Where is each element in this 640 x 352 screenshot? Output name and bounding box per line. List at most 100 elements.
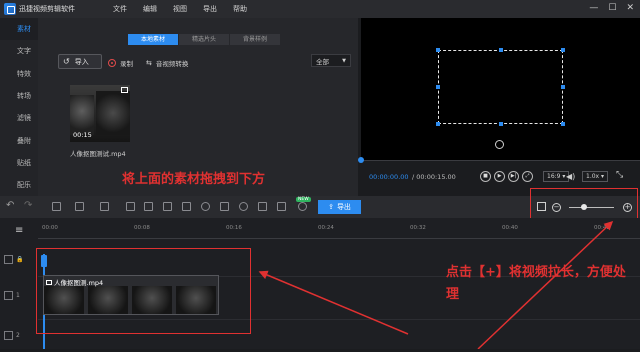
menu-export[interactable]: 导出 (195, 4, 225, 14)
mosaic-icon[interactable] (144, 202, 153, 211)
resize-handle[interactable] (499, 48, 503, 52)
aspect-ratio-value: 16:9 (547, 173, 561, 180)
menu-edit[interactable]: 编辑 (135, 4, 165, 14)
media-tabs: 本地素材 精选片头 背景样例 (128, 34, 281, 45)
resize-handle[interactable] (561, 122, 565, 126)
ruler-label: 00:40 (502, 225, 518, 231)
import-button[interactable]: ↺ 导入 (58, 54, 102, 69)
split-icon[interactable] (100, 202, 109, 211)
picture-icon[interactable] (258, 202, 267, 211)
tab-intros[interactable]: 精选片头 (179, 34, 229, 45)
redo-icon[interactable]: ↷ (24, 200, 32, 211)
sidebar-item-transitions[interactable]: 转场 (0, 85, 38, 107)
resize-handle[interactable] (436, 85, 440, 89)
preview-canvas (361, 18, 640, 160)
filter-select[interactable]: 全部 ▼ (311, 54, 351, 67)
edit-icon[interactable] (75, 202, 84, 211)
zoom-slider-knob[interactable] (581, 204, 587, 210)
zoom-slider[interactable] (569, 207, 614, 208)
fullscreen-icon[interactable]: ⤢ (522, 171, 533, 182)
preview-progress-track[interactable] (358, 157, 640, 163)
sidebar-item-text[interactable]: 文字 (0, 40, 38, 62)
maximize-icon[interactable]: ☐ (608, 3, 616, 13)
next-frame-icon[interactable]: ▶| (508, 171, 519, 182)
title-bar: 迅捷视频剪辑软件 文件 编辑 视图 导出 帮助 — ☐ ✕ (0, 0, 640, 18)
expand-icon[interactable]: ⤡ (616, 170, 623, 180)
volume-icon[interactable]: ◀) (566, 172, 575, 181)
thumb-frame (70, 95, 94, 135)
grid-icon[interactable] (537, 202, 546, 211)
preview-progress-knob[interactable] (358, 157, 364, 163)
zoom-in-icon[interactable]: + (623, 203, 632, 212)
play-icon[interactable]: ▶ (494, 171, 505, 182)
sidebar: 素材 文字 特效 转场 滤镜 叠附 贴纸 配乐 (0, 18, 38, 196)
resize-handle[interactable] (436, 48, 440, 52)
menu-bar: 文件 编辑 视图 导出 帮助 (105, 4, 255, 14)
audio-icon[interactable] (182, 202, 191, 211)
delete-icon[interactable] (52, 202, 61, 211)
convert-button[interactable]: ⇆ 音视频转换 (146, 58, 188, 68)
sidebar-item-effects[interactable]: 特效 (0, 63, 38, 85)
stop-icon[interactable]: ■ (480, 171, 491, 182)
video-type-icon (121, 87, 128, 93)
ruler-label: 00:16 (226, 225, 242, 231)
annotation-zoom-note: 点击【+】将视频拉长，方便处理 (446, 265, 626, 302)
sidebar-item-overlay[interactable]: 叠附 (0, 129, 38, 151)
menu-help[interactable]: 帮助 (225, 4, 255, 14)
tab-backgrounds[interactable]: 背景样例 (230, 34, 280, 45)
image-icon[interactable] (163, 202, 172, 211)
timeline-ruler[interactable]: 00:00 00:08 00:16 00:24 00:32 00:40 00:4… (38, 223, 640, 239)
record-button[interactable]: 录制 (108, 58, 133, 68)
record-icon (108, 59, 116, 67)
media-thumbnail[interactable]: 00:15 (70, 85, 130, 142)
ruler-label: 00:00 (42, 225, 58, 231)
resize-handle[interactable] (561, 85, 565, 89)
window-controls: — ☐ ✕ (589, 3, 634, 13)
track-number: 2 (16, 332, 20, 339)
close-icon[interactable]: ✕ (626, 3, 634, 13)
track-header: 2 (0, 322, 38, 352)
overlay-track-icon (4, 291, 13, 300)
track-menu-icon[interactable]: ≡ (15, 225, 23, 236)
ruler-label: 00:08 (134, 225, 150, 231)
ruler-label: 00:24 (318, 225, 334, 231)
tab-local-material[interactable]: 本地素材 (128, 34, 178, 45)
record-label: 录制 (120, 60, 133, 68)
track-header: 1 (0, 282, 38, 312)
clock-icon[interactable] (201, 202, 210, 211)
resize-handle[interactable] (561, 48, 565, 52)
sidebar-item-stickers[interactable]: 贴纸 (0, 152, 38, 174)
lock-icon[interactable]: 🔒 (16, 256, 23, 263)
sidebar-item-material[interactable]: 素材 (0, 18, 38, 41)
ruler-label: 00:32 (410, 225, 426, 231)
crop-box[interactable] (438, 50, 563, 124)
speed-value: 1.0x (586, 173, 600, 180)
export-button[interactable]: ⇪ 导出 (318, 200, 361, 214)
menu-file[interactable]: 文件 (105, 4, 135, 14)
undo-icon[interactable]: ↶ (6, 200, 14, 211)
convert-label: 音视频转换 (155, 60, 189, 68)
minimize-icon[interactable]: — (589, 3, 598, 13)
zoom-out-icon[interactable]: − (552, 203, 561, 212)
resize-handle[interactable] (436, 122, 440, 126)
menu-view[interactable]: 视图 (165, 4, 195, 14)
track-number: 1 (16, 292, 20, 299)
convert-icon: ⇆ (146, 59, 152, 67)
app-logo-icon (4, 3, 16, 15)
annotation-drag-note: 将上面的素材拖拽到下方 (122, 172, 266, 187)
total-time: / 00:00:15.00 (412, 173, 456, 181)
export-icon: ⇪ (328, 203, 334, 211)
speed-icon[interactable] (277, 202, 286, 211)
rotate-icon[interactable] (495, 140, 504, 149)
app-title: 迅捷视频剪辑软件 (19, 5, 75, 13)
resize-handle[interactable] (499, 122, 503, 126)
mic-icon[interactable] (239, 202, 248, 211)
text-icon[interactable] (220, 202, 229, 211)
green-screen-icon[interactable] (298, 202, 307, 211)
ruler-label: 00:48 (594, 225, 610, 231)
crop-icon[interactable] (126, 202, 135, 211)
sidebar-item-filters[interactable]: 滤镜 (0, 107, 38, 129)
sidebar-item-music[interactable]: 配乐 (0, 174, 38, 196)
track-header: 🔒 (0, 246, 38, 276)
speed-select[interactable]: 1.0x ▾ (582, 171, 609, 182)
